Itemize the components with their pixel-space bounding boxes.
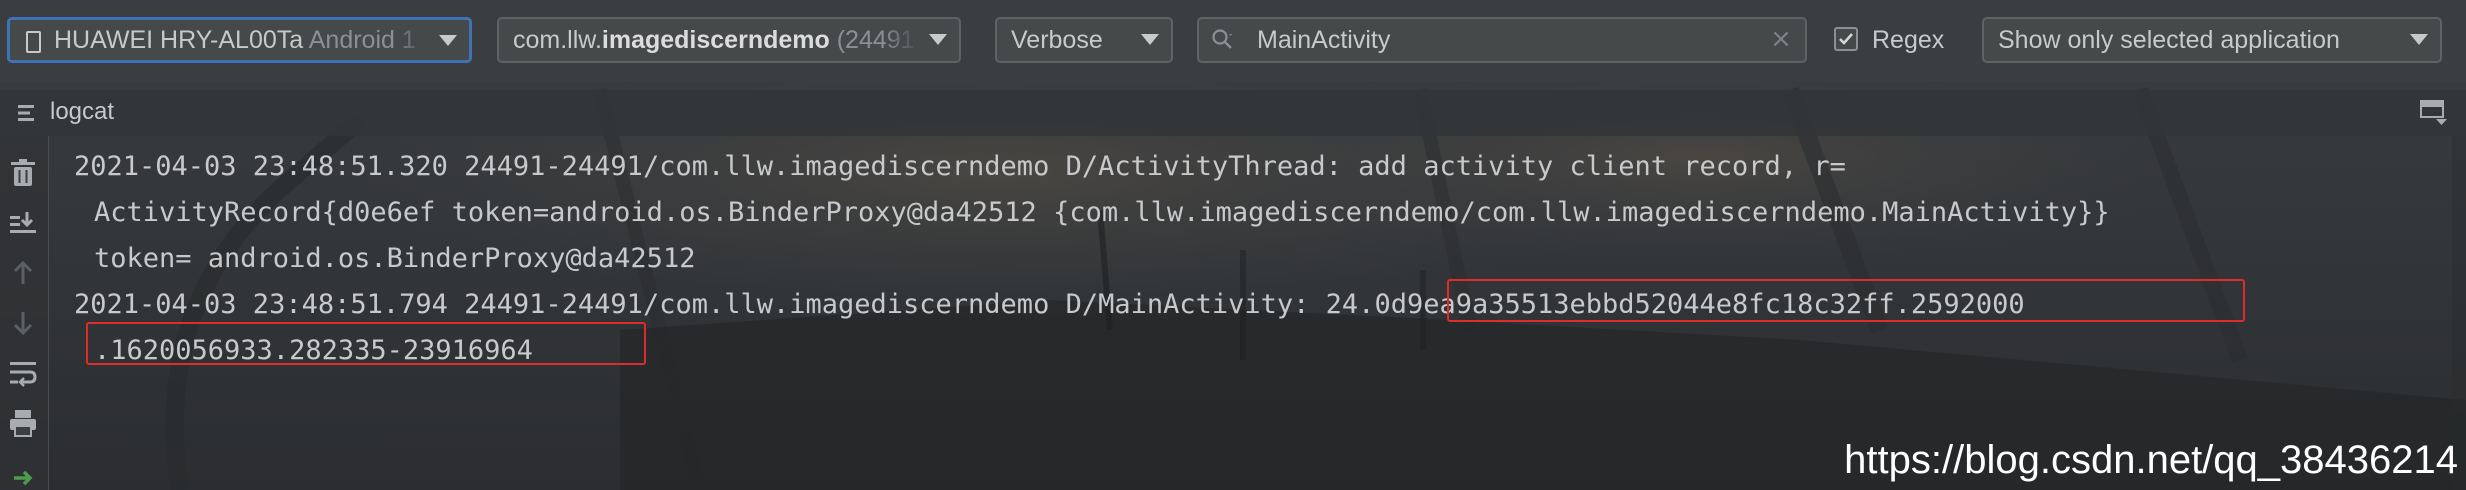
text-fade: [393, 20, 429, 60]
phone-icon: [26, 31, 41, 53]
filter-selector[interactable]: Show only selected application: [1982, 17, 2442, 63]
text-fade: [883, 19, 919, 61]
device-selector[interactable]: HUAWEI HRY-AL00Ta Android 1: [7, 17, 472, 63]
chevron-down-icon: [2410, 34, 2428, 45]
chevron-down-icon: [929, 34, 947, 45]
process-selector[interactable]: com.llw.imagediscerndemo (24491: [497, 17, 961, 63]
log-line: ActivityRecord{d0e6ef token=android.os.B…: [94, 197, 2110, 228]
highlight-box-token-part-2: [86, 322, 646, 365]
device-selector-text: HUAWEI HRY-AL00Ta Android 1: [54, 20, 416, 60]
logcat-toolbar: HUAWEI HRY-AL00Ta Android 1 com.llw.imag…: [0, 0, 2466, 82]
regex-label[interactable]: Regex: [1872, 17, 1944, 63]
log-line-prefix: 2021-04-03 23:48:51.794 24491-24491/com.…: [74, 289, 1326, 320]
print-icon[interactable]: [8, 408, 38, 438]
filter-value: Show only selected application: [1998, 26, 2340, 54]
menu-icon[interactable]: [18, 104, 40, 122]
down-arrow-icon[interactable]: [8, 308, 38, 338]
panel-title: logcat: [50, 98, 115, 125]
process-selector-text: com.llw.imagediscerndemo (24491: [513, 19, 915, 61]
regex-checkbox[interactable]: [1834, 27, 1858, 51]
device-name: HUAWEI HRY-AL00Ta: [54, 26, 304, 54]
log-line: 2021-04-03 23:48:51.320 24491-24491/com.…: [74, 151, 1846, 182]
chevron-down-icon: [439, 35, 457, 46]
clear-icon[interactable]: ×: [1769, 26, 1793, 52]
search-input[interactable]: [1257, 19, 1737, 61]
package-name: imagediscerndemo: [601, 26, 830, 54]
trash-icon[interactable]: [8, 158, 38, 188]
watermark-url: https://blog.csdn.net/qq_38436214: [1844, 438, 2458, 482]
left-toolbar: [0, 136, 49, 490]
up-arrow-icon[interactable]: [8, 258, 38, 288]
chevron-down-icon: [1141, 34, 1159, 45]
search-icon: [1212, 29, 1232, 49]
soft-wrap-icon[interactable]: [8, 358, 38, 388]
log-level-selector[interactable]: Verbose: [995, 17, 1173, 63]
logcat-window: HUAWEI HRY-AL00Ta Android 1 com.llw.imag…: [0, 0, 2466, 490]
logcat-header: logcat: [0, 90, 2466, 136]
package-prefix: com.llw.: [513, 26, 602, 54]
checkmark-icon: [1839, 33, 1853, 45]
search-field[interactable]: ×: [1197, 17, 1807, 63]
highlight-box-token-part-1: [1447, 279, 2245, 322]
restart-icon[interactable]: [8, 458, 38, 488]
log-level-value: Verbose: [1011, 26, 1103, 54]
log-line: token= android.os.BinderProxy@da42512: [94, 243, 696, 274]
scroll-to-end-icon[interactable]: [8, 208, 38, 238]
layout-settings-icon[interactable]: [2420, 100, 2448, 126]
